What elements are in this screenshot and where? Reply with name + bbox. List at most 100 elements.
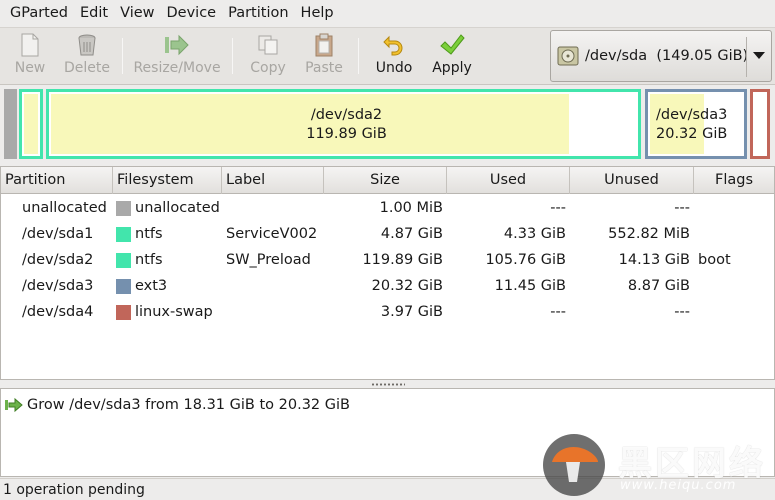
unused-cell: 552.82 MiB — [608, 226, 690, 242]
partition-map: /dev/sda2 119.89 GiB /dev/sda3 20.32 GiB — [0, 86, 775, 162]
column-header-partition[interactable]: Partition — [1, 167, 113, 194]
toolbar-separator — [232, 38, 233, 74]
map-sda2-text: /dev/sda2 119.89 GiB — [49, 106, 644, 144]
size-cell: 20.32 GiB — [371, 278, 443, 294]
map-sda3-text: /dev/sda3 20.32 GiB — [656, 106, 727, 144]
paste-label: Paste — [305, 60, 343, 76]
paste-button[interactable]: Paste — [300, 32, 348, 82]
undo-label: Undo — [375, 60, 413, 76]
filesystem-cell: ntfs — [135, 252, 163, 268]
table-row[interactable]: /dev/sda3 ext3 20.32 GiB 11.45 GiB 8.87 … — [1, 273, 774, 299]
new-file-icon — [17, 32, 43, 58]
resize-icon — [164, 32, 190, 58]
column-header-label[interactable]: Label — [222, 167, 324, 194]
map-segment-sda3[interactable]: /dev/sda3 20.32 GiB — [645, 89, 747, 159]
dropdown-separator — [746, 37, 747, 77]
menubar: GParted Edit View Device Partition Help — [0, 0, 775, 27]
table-row[interactable]: /dev/sda1 ntfs ServiceV002 4.87 GiB 4.33… — [1, 221, 774, 247]
table-header: Partition Filesystem Label Size Used Unu… — [1, 167, 774, 194]
column-header-size[interactable]: Size — [324, 167, 447, 194]
column-header-unused[interactable]: Unused — [570, 167, 694, 194]
menu-gparted[interactable]: GParted — [4, 0, 74, 27]
map-sda2-name: /dev/sda2 — [310, 107, 383, 123]
size-cell: 4.87 GiB — [380, 226, 443, 242]
apply-button[interactable]: Apply — [428, 32, 476, 82]
toolbar-separator — [358, 38, 359, 74]
partition-cell: /dev/sda3 — [22, 278, 94, 294]
filesystem-color-swatch — [116, 227, 131, 242]
filesystem-cell: linux-swap — [135, 304, 213, 320]
map-segment-sda2[interactable]: /dev/sda2 119.89 GiB — [46, 89, 641, 159]
hard-disk-icon — [557, 46, 579, 66]
unused-cell: --- — [674, 200, 690, 216]
map-segment-sda1[interactable] — [19, 89, 43, 159]
map-segment-sda4[interactable] — [750, 89, 770, 159]
filesystem-cell: ntfs — [135, 226, 163, 242]
copy-button[interactable]: Copy — [246, 32, 290, 82]
resize-move-label: Resize/Move — [133, 60, 221, 76]
menu-edit[interactable]: Edit — [74, 0, 114, 27]
used-space-fill — [24, 94, 38, 154]
filesystem-color-swatch — [116, 305, 131, 320]
pending-operations-list: Grow /dev/sda3 from 18.31 GiB to 20.32 G… — [0, 388, 775, 477]
resize-move-button[interactable]: Resize/Move — [130, 32, 224, 82]
partition-cell: unallocated — [22, 200, 107, 216]
size-cell: 1.00 MiB — [379, 200, 443, 216]
filesystem-cell: ext3 — [135, 278, 168, 294]
column-header-flags[interactable]: Flags — [694, 167, 774, 194]
filesystem-color-swatch — [116, 253, 131, 268]
map-segment-unallocated[interactable] — [4, 89, 17, 159]
filesystem-cell: unallocated — [135, 200, 220, 216]
copy-icon — [255, 32, 281, 58]
map-sda3-name: /dev/sda3 — [656, 107, 728, 123]
new-button[interactable]: New — [10, 32, 50, 82]
used-cell: 11.45 GiB — [494, 278, 566, 294]
pane-splitter-handle[interactable] — [0, 380, 775, 388]
partition-cell: /dev/sda2 — [22, 252, 94, 268]
device-dropdown[interactable]: /dev/sda (149.05 GiB) — [550, 30, 772, 82]
undo-icon — [381, 32, 407, 58]
size-cell: 119.89 GiB — [362, 252, 443, 268]
resize-arrow-icon — [5, 397, 23, 413]
column-header-filesystem[interactable]: Filesystem — [113, 167, 222, 194]
map-sda3-size: 20.32 GiB — [656, 126, 728, 142]
unused-cell: 14.13 GiB — [618, 252, 690, 268]
delete-label: Delete — [64, 60, 110, 76]
device-select-value: /dev/sda (149.05 GiB) — [585, 48, 749, 64]
filesystem-color-swatch — [116, 279, 131, 294]
table-row[interactable]: unallocated unallocated 1.00 MiB --- --- — [1, 195, 774, 221]
toolbar-separator — [122, 38, 123, 74]
apply-label: Apply — [432, 60, 472, 76]
trash-icon — [74, 32, 100, 58]
menu-partition[interactable]: Partition — [222, 0, 294, 27]
used-cell: 4.33 GiB — [503, 226, 566, 242]
copy-label: Copy — [250, 60, 286, 76]
paste-icon — [311, 32, 337, 58]
delete-button[interactable]: Delete — [60, 32, 114, 82]
checkmark-icon — [439, 32, 465, 58]
menu-device[interactable]: Device — [161, 0, 223, 27]
partition-cell: /dev/sda1 — [22, 226, 94, 242]
status-bar: 1 operation pending — [0, 478, 775, 500]
menu-help[interactable]: Help — [295, 0, 340, 27]
undo-button[interactable]: Undo — [370, 32, 418, 82]
filesystem-color-swatch — [116, 201, 131, 216]
table-row[interactable]: /dev/sda2 ntfs SW_Preload 119.89 GiB 105… — [1, 247, 774, 273]
chevron-down-icon — [753, 52, 765, 59]
used-cell: 105.76 GiB — [485, 252, 566, 268]
unused-cell: 8.87 GiB — [627, 278, 690, 294]
menu-view[interactable]: View — [114, 0, 160, 27]
label-cell: SW_Preload — [226, 252, 311, 268]
column-header-used[interactable]: Used — [447, 167, 570, 194]
table-row[interactable]: /dev/sda4 linux-swap 3.97 GiB --- --- — [1, 299, 774, 325]
size-cell: 3.97 GiB — [380, 304, 443, 320]
partition-cell: /dev/sda4 — [22, 304, 94, 320]
used-cell: --- — [550, 304, 566, 320]
new-label: New — [14, 60, 46, 76]
partition-table: Partition Filesystem Label Size Used Unu… — [0, 166, 775, 380]
operation-item[interactable]: Grow /dev/sda3 from 18.31 GiB to 20.32 G… — [5, 394, 350, 416]
used-cell: --- — [550, 200, 566, 216]
unused-cell: --- — [674, 304, 690, 320]
flags-cell: boot — [698, 252, 731, 268]
label-cell: ServiceV002 — [226, 226, 318, 242]
